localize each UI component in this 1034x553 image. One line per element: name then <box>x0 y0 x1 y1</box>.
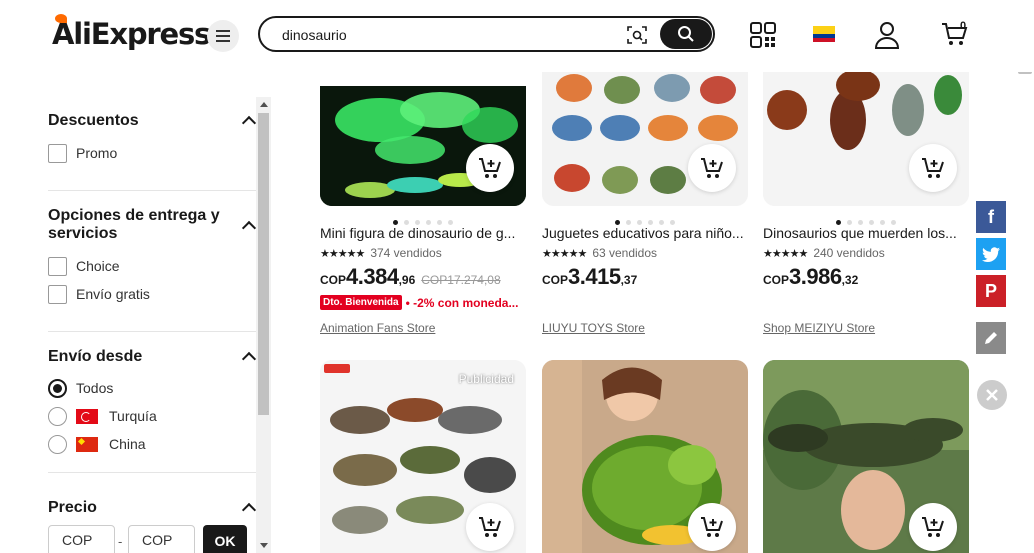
sponsored-label: Publicidad <box>458 372 514 386</box>
scroll-down-arrow-icon[interactable] <box>260 543 268 548</box>
image-search-button[interactable] <box>626 24 648 46</box>
facebook-icon: f <box>988 206 994 227</box>
country-flag-colombia[interactable] <box>813 26 835 42</box>
qr-code-button[interactable] <box>750 22 776 48</box>
price-decimal: ,37 <box>620 273 638 287</box>
promo-badge: Dto. Bienvenida • -2% con moneda... <box>320 295 518 310</box>
welcome-deal-tag: Dto. Bienvenida <box>320 295 402 310</box>
price-decimal: ,32 <box>841 273 859 287</box>
header: AliExpress dinosaurio 0 <box>0 0 1034 72</box>
user-icon <box>874 22 900 49</box>
price-decimal: ,96 <box>398 273 416 287</box>
currency: COP <box>320 273 347 287</box>
product-price: COP 4.384 ,96 COP17.274,08 <box>320 264 501 290</box>
scrollbar-thumb[interactable] <box>258 113 269 415</box>
product-rating: ★★★★★ 240 vendidos <box>763 246 885 260</box>
price-ok-button[interactable]: OK <box>203 525 247 553</box>
product-image[interactable]: Publicidad <box>320 360 526 553</box>
scroll-up-arrow-icon[interactable] <box>260 102 268 107</box>
facebook-share-button[interactable]: f <box>976 201 1006 233</box>
price-integer: 3.986 <box>789 264 842 289</box>
star-rating-icon: ★★★★★ <box>542 247 587 260</box>
promo-text: • -2% con moneda... <box>405 295 519 310</box>
store-link[interactable]: Shop MEIZIYU Store <box>763 321 875 335</box>
logo-flame-icon <box>55 14 67 23</box>
product-rating: ★★★★★ 63 vendidos <box>542 246 657 260</box>
add-to-cart-icon <box>701 517 723 537</box>
original-price: COP17.274,08 <box>421 273 501 287</box>
product-price: COP 3.415 ,37 <box>542 264 637 290</box>
star-rating-icon: ★★★★★ <box>320 247 365 260</box>
twitter-icon <box>982 246 1000 262</box>
sold-count: 374 vendidos <box>370 246 442 260</box>
sold-count: 63 vendidos <box>592 246 658 260</box>
add-to-cart-icon <box>479 158 501 178</box>
logo-text: AliExpress <box>52 17 211 51</box>
close-share-button[interactable] <box>977 380 1007 410</box>
close-icon <box>986 389 998 401</box>
search-button[interactable] <box>660 19 712 49</box>
add-to-cart-button[interactable] <box>688 144 736 192</box>
camera-scan-icon <box>627 26 647 44</box>
add-to-cart-icon <box>479 517 501 537</box>
account-button[interactable] <box>874 21 900 49</box>
product-image[interactable] <box>763 360 969 553</box>
max-price-input[interactable]: COP <box>128 525 195 553</box>
add-to-cart-icon <box>922 517 944 537</box>
min-price-input[interactable]: COP <box>48 525 115 553</box>
product-title[interactable]: Mini figura de dinosaurio de g... <box>320 225 526 241</box>
sold-count: 240 vendidos <box>813 246 885 260</box>
add-to-cart-button[interactable] <box>909 144 957 192</box>
search-input[interactable] <box>282 25 602 45</box>
menu-button[interactable] <box>207 20 239 52</box>
currency: COP <box>763 273 790 287</box>
pinterest-icon: P <box>984 280 997 301</box>
image-carousel-dots[interactable] <box>320 212 526 225</box>
store-link[interactable]: Animation Fans Store <box>320 321 435 335</box>
hamburger-icon <box>216 30 230 42</box>
product-title[interactable]: Dinosaurios que muerden los... <box>763 225 969 241</box>
add-to-cart-button[interactable] <box>466 144 514 192</box>
price-inputs: COP - COP OK <box>0 96 272 553</box>
sidebar-scrollbar[interactable] <box>256 97 271 553</box>
search-icon <box>678 26 694 42</box>
product-title[interactable]: Juguetes educativos para niño... <box>542 225 748 241</box>
qr-code-icon <box>750 22 776 48</box>
add-to-cart-button[interactable] <box>688 503 736 551</box>
product-rating: ★★★★★ 374 vendidos <box>320 246 442 260</box>
image-carousel-dots[interactable] <box>542 212 748 225</box>
price-separator: - <box>118 534 123 549</box>
add-to-cart-button[interactable] <box>466 503 514 551</box>
product-price: COP 3.986 ,32 <box>763 264 858 290</box>
price-integer: 4.384 <box>346 264 399 289</box>
cart-count-badge: 0 <box>960 20 967 32</box>
price-integer: 3.415 <box>568 264 621 289</box>
product-image[interactable] <box>542 360 748 553</box>
twitter-share-button[interactable] <box>976 238 1006 270</box>
edit-icon <box>985 332 997 344</box>
search-results-page: AliExpress dinosaurio 0 Descuentos Promo… <box>0 0 1034 553</box>
search-bar <box>258 16 715 52</box>
image-carousel-dots[interactable] <box>763 212 969 225</box>
add-to-cart-button[interactable] <box>909 503 957 551</box>
aliexpress-logo[interactable]: AliExpress <box>52 14 211 51</box>
add-to-cart-icon <box>701 158 723 178</box>
add-to-cart-icon <box>922 158 944 178</box>
edit-share-button[interactable] <box>976 322 1006 354</box>
pinterest-share-button[interactable]: P <box>976 275 1006 307</box>
star-rating-icon: ★★★★★ <box>763 247 808 260</box>
store-link[interactable]: LIUYU TOYS Store <box>542 321 645 335</box>
currency: COP <box>542 273 569 287</box>
